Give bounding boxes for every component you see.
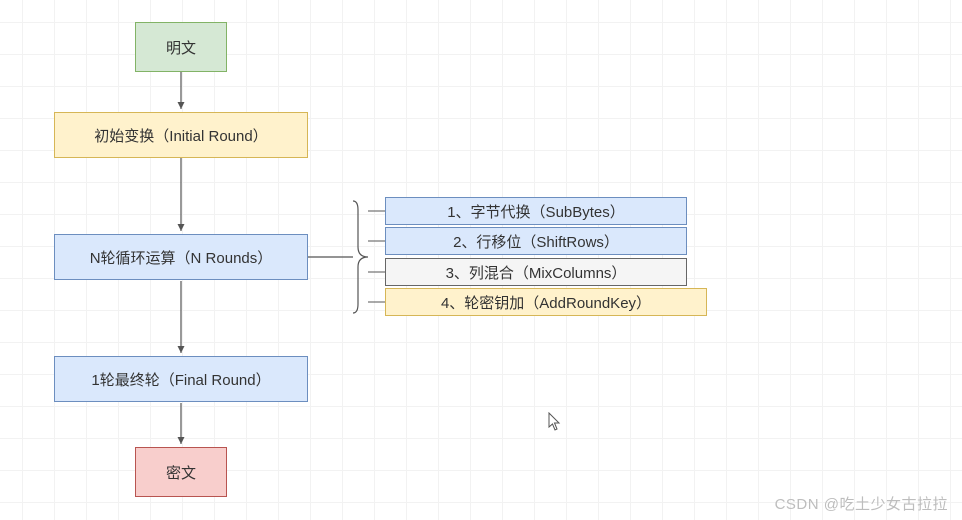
node-final-round-label: 1轮最终轮（Final Round） [91, 369, 270, 390]
node-n-rounds-label: N轮循环运算（N Rounds） [90, 247, 273, 268]
node-n-rounds: N轮循环运算（N Rounds） [54, 234, 308, 280]
step-shiftrows-label: 2、行移位（ShiftRows） [453, 231, 619, 252]
node-initial-round-label: 初始变换（Initial Round） [94, 125, 267, 146]
step-shiftrows: 2、行移位（ShiftRows） [385, 227, 687, 255]
step-subbytes-label: 1、字节代换（SubBytes） [447, 201, 625, 222]
watermark: CSDN @吃土少女古拉拉 [775, 493, 948, 514]
cursor-icon [548, 412, 562, 432]
step-mixcolumns-label: 3、列混合（MixColumns） [446, 262, 627, 283]
node-ciphertext-label: 密文 [166, 462, 196, 483]
watermark-text: CSDN @吃土少女古拉拉 [775, 496, 948, 513]
step-mixcolumns: 3、列混合（MixColumns） [385, 258, 687, 286]
node-plaintext-label: 明文 [166, 37, 196, 58]
step-addroundkey-label: 4、轮密钥加（AddRoundKey） [441, 292, 651, 313]
step-subbytes: 1、字节代换（SubBytes） [385, 197, 687, 225]
node-initial-round: 初始变换（Initial Round） [54, 112, 308, 158]
step-addroundkey: 4、轮密钥加（AddRoundKey） [385, 288, 707, 316]
node-plaintext: 明文 [135, 22, 227, 72]
node-final-round: 1轮最终轮（Final Round） [54, 356, 308, 402]
node-ciphertext: 密文 [135, 447, 227, 497]
